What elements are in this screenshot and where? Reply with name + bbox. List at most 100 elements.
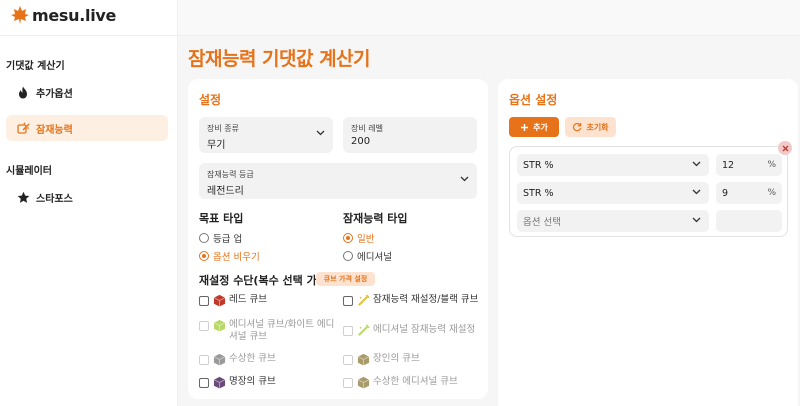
add-option-label: 추가 (533, 122, 548, 132)
checkbox-box (199, 296, 209, 306)
potential-grade-value: 레전드리 (207, 186, 244, 197)
cube-checkbox-master[interactable]: 명장의 큐브 (199, 376, 339, 389)
chevron-down-icon (316, 130, 325, 136)
red-cube-icon (213, 294, 226, 307)
goal-type-title: 목표 타입 (199, 212, 244, 225)
logo-text: mesu.live (32, 5, 117, 25)
cube-label: 수상한 에디셔널 큐브 (373, 376, 458, 387)
chevron-down-icon (692, 217, 701, 223)
remove-option-button[interactable] (778, 141, 792, 155)
option-stat-select[interactable]: STR % (517, 154, 709, 176)
equip-type-label: 장비 종류 (207, 124, 239, 133)
page-title: 잠재능력 기댓값 계산기 (188, 48, 371, 70)
sidebar-item-additional[interactable]: 추가옵션 (6, 79, 168, 105)
potential-reset-icon (358, 294, 370, 306)
reset-options-label: 초기화 (586, 122, 609, 132)
option-rows-box: STR % 12 % STR % 9 % 옵션 선택 (509, 141, 792, 237)
chevron-down-icon (460, 176, 469, 182)
radio-circle (343, 233, 353, 243)
cube-checkbox-suspicious-additional[interactable]: 수상한 에디셔널 큐브 (343, 376, 503, 389)
maple-leaf-icon (11, 6, 29, 24)
checkbox-box (199, 321, 209, 331)
cube-checkbox-additional-reset[interactable]: 에디셔널 잠재능력 재설정 (343, 324, 503, 337)
percent-unit: % (767, 188, 776, 198)
checkbox-box (199, 355, 209, 365)
fire-icon (16, 85, 30, 99)
equip-level-value: 200 (351, 136, 371, 147)
settings-title: 설정 (199, 93, 222, 107)
potential-type-radio-normal-label: 일반 (357, 234, 375, 245)
cube-checkbox-craftsman[interactable]: 장인의 큐브 (343, 353, 483, 366)
option-value-input[interactable] (716, 210, 782, 232)
close-icon (782, 145, 788, 151)
logo[interactable]: mesu.live (10, 4, 116, 26)
sidebar-item-potential[interactable]: 잠재능력 (6, 115, 168, 141)
checkbox-box (343, 378, 353, 388)
potential-type-radio-normal[interactable]: 일반 (343, 231, 374, 245)
radio-circle (199, 233, 209, 243)
equip-type-select[interactable]: 장비 종류 무기 (199, 117, 333, 153)
cube-checkbox-red[interactable]: 레드 큐브 (199, 294, 339, 307)
potential-grade-label: 잠재능력 등급 (207, 170, 254, 179)
sidebar-item-additional-label: 추가옵션 (36, 88, 73, 100)
option-value: 9 (722, 187, 729, 199)
option-stat-value: STR % (523, 159, 554, 171)
option-stat-select[interactable]: STR % (517, 182, 709, 204)
additional-cube-icon (213, 319, 226, 332)
option-stat-value: STR % (523, 187, 554, 199)
craftsman-cube-icon (357, 353, 370, 366)
goal-radio-clear-options[interactable]: 옵션 비우기 (199, 249, 260, 263)
top-bar (178, 0, 800, 35)
checkbox-box (343, 355, 353, 365)
potential-type-title: 잠재능력 타입 (343, 212, 408, 225)
options-card: 옵션 설정 추가 초기화 STR % 12 % STR % 9 % 옵션 선택 (498, 79, 798, 406)
goal-radio-clear-options-label: 옵션 비우기 (213, 252, 260, 263)
options-title: 옵션 설정 (509, 93, 558, 107)
cube-checkbox-additional[interactable]: 에디셔널 큐브/화이트 에디셔널 큐브 (199, 319, 339, 343)
sidebar-item-starforce-label: 스타포스 (36, 193, 73, 205)
checkbox-box (343, 326, 353, 336)
sidebar-section-calculator: 기댓값 계산기 (6, 61, 65, 72)
radio-circle (343, 251, 353, 261)
goal-radio-grade-up-label: 등급 업 (213, 234, 243, 245)
cube-label: 장인의 큐브 (373, 353, 420, 364)
cube-checkbox-suspicious[interactable]: 수상한 큐브 (199, 353, 339, 366)
suspicious-cube-icon (213, 353, 226, 366)
checkbox-box (199, 378, 209, 388)
equip-level-label: 장비 레벨 (351, 124, 383, 133)
magic-wand-icon (16, 121, 30, 135)
cube-price-button[interactable]: 큐브 가격 설정 (316, 272, 375, 286)
reset-options-button[interactable]: 초기화 (565, 117, 616, 137)
cube-label: 레드 큐브 (229, 294, 267, 305)
potential-grade-select[interactable]: 잠재능력 등급 레전드리 (199, 163, 477, 199)
potential-type-radio-additional[interactable]: 에디셔널 (343, 249, 392, 263)
chevron-down-icon (692, 161, 701, 167)
equip-level-input[interactable]: 장비 레벨 200 (343, 117, 477, 153)
cube-label: 에디셔널 잠재능력 재설정 (373, 324, 476, 335)
option-stat-placeholder: 옵션 선택 (523, 217, 561, 228)
master-cube-icon (213, 376, 226, 389)
chevron-down-icon (692, 189, 701, 195)
settings-card: 설정 장비 종류 무기 장비 레벨 200 잠재능력 등급 레전드리 목표 타입… (188, 79, 488, 399)
sidebar-item-potential-label: 잠재능력 (36, 124, 73, 136)
sidebar-section-simulator: 시뮬레이터 (6, 166, 52, 177)
plus-icon (521, 123, 529, 131)
checkbox-box (343, 296, 353, 306)
cube-label: 수상한 큐브 (229, 353, 276, 364)
option-value: 12 (722, 159, 735, 171)
cube-checkbox-black[interactable]: 잠재능력 재설정/블랙 큐브 (343, 294, 503, 307)
cube-label: 에디셔널 큐브/화이트 에디셔널 큐브 (229, 319, 335, 342)
option-value-input[interactable]: 12 % (716, 154, 782, 176)
option-stat-select[interactable]: 옵션 선택 (517, 210, 709, 232)
sidebar-item-starforce[interactable]: 스타포스 (6, 184, 168, 210)
equip-type-value: 무기 (207, 140, 226, 151)
cube-label: 명장의 큐브 (229, 376, 276, 387)
add-option-button[interactable]: 추가 (509, 117, 559, 137)
radio-circle (199, 251, 209, 261)
refresh-icon (573, 123, 582, 132)
percent-unit: % (767, 160, 776, 170)
option-value-input[interactable]: 9 % (716, 182, 782, 204)
goal-radio-grade-up[interactable]: 등급 업 (199, 231, 242, 245)
star-icon (16, 190, 30, 204)
header-divider (0, 35, 800, 36)
